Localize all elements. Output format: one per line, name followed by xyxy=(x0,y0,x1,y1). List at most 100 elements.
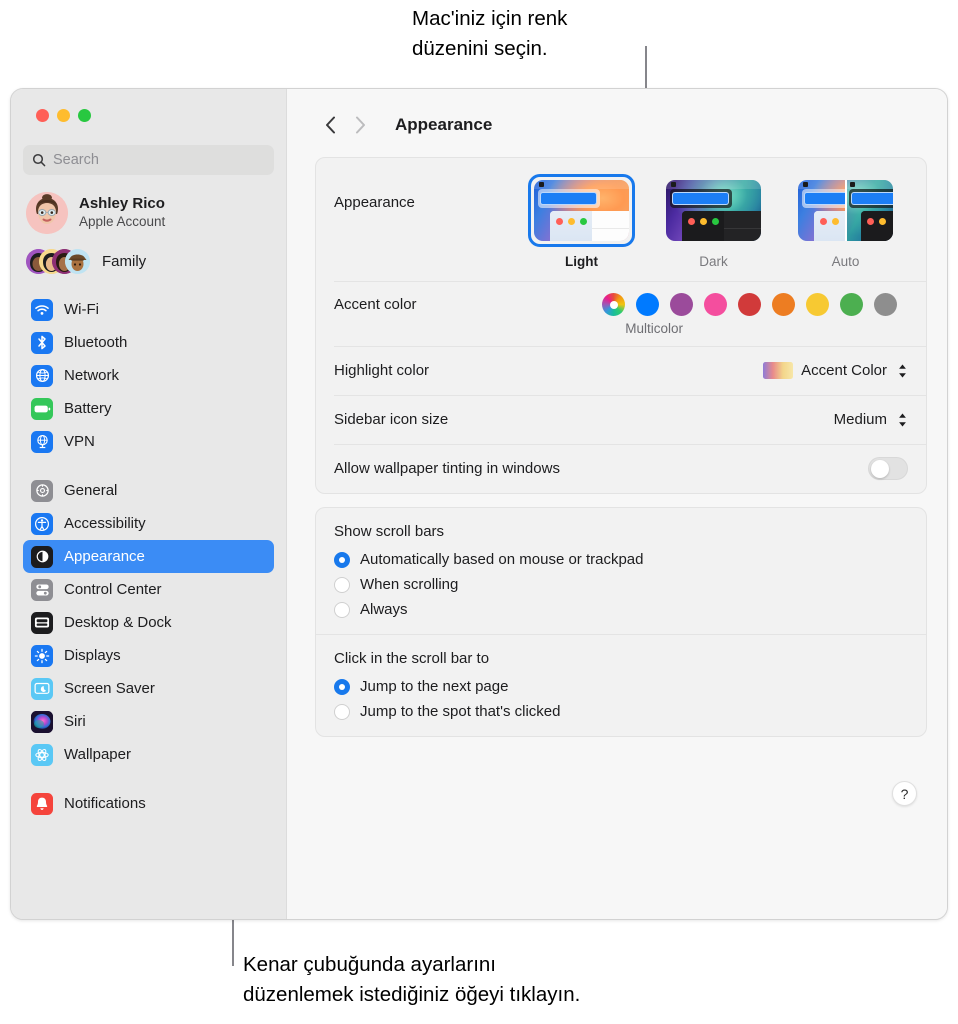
sidebar-item-siri[interactable]: Siri xyxy=(23,705,274,738)
sidebar-item-label: Desktop & Dock xyxy=(64,614,172,631)
toolbar: Appearance xyxy=(315,111,927,139)
thumb-traffic-lights xyxy=(688,218,719,225)
battery-icon xyxy=(31,398,53,420)
family-avatars xyxy=(26,247,92,275)
close-button[interactable] xyxy=(36,109,49,122)
highlight-color-value: Accent Color xyxy=(801,362,887,379)
accent-color-swatches xyxy=(602,293,908,316)
appearance-thumb-auto-frame xyxy=(792,174,899,247)
sidebar-item-label: Bluetooth xyxy=(64,334,127,351)
system-settings-window: Search xyxy=(10,88,948,920)
radio-button[interactable] xyxy=(334,704,350,720)
vpn-icon xyxy=(31,431,53,453)
sidebar-item-notifications[interactable]: Notifications xyxy=(23,787,274,820)
radio-option-jump-next-page[interactable]: Jump to the next page xyxy=(334,674,908,699)
account-text: Ashley Rico Apple Account xyxy=(79,195,165,231)
chevron-updown-icon xyxy=(897,412,908,428)
radio-button[interactable] xyxy=(334,602,350,618)
sidebar-item-displays[interactable]: Displays xyxy=(23,639,274,672)
forward-button[interactable] xyxy=(345,111,375,139)
chevron-left-icon xyxy=(325,116,336,134)
avatar xyxy=(26,192,68,234)
accent-swatch-purple[interactable] xyxy=(670,293,693,316)
zoom-button[interactable] xyxy=(78,109,91,122)
sidebar-item-bluetooth[interactable]: Bluetooth xyxy=(23,326,274,359)
thumb-menu-item xyxy=(672,192,729,205)
sidebar-item-general[interactable]: General xyxy=(23,474,274,507)
brightness-icon xyxy=(31,645,53,667)
accent-swatch-orange[interactable] xyxy=(772,293,795,316)
appearance-thumb-auto xyxy=(798,180,893,241)
sidebar-item-accessibility[interactable]: Accessibility xyxy=(23,507,274,540)
accent-swatch-yellow[interactable] xyxy=(806,293,829,316)
help-button[interactable]: ? xyxy=(892,781,917,806)
wallpaper-tinting-row: Allow wallpaper tinting in windows xyxy=(316,444,926,493)
accent-swatch-red[interactable] xyxy=(738,293,761,316)
search-placeholder: Search xyxy=(53,152,99,168)
sidebar-item-wallpaper[interactable]: Wallpaper xyxy=(23,738,274,771)
sidebar-item-network[interactable]: Network xyxy=(23,359,274,392)
sidebar-item-label: Wi-Fi xyxy=(64,301,99,318)
chevron-right-icon xyxy=(355,116,366,134)
highlight-color-row[interactable]: Highlight color Accent Color xyxy=(316,346,926,395)
bluetooth-icon xyxy=(31,332,53,354)
sidebar-icon-size-label: Sidebar icon size xyxy=(334,411,448,428)
sidebar-group-notifications: Notifications xyxy=(23,787,274,820)
appearance-option-dark[interactable]: Dark xyxy=(660,174,767,269)
sidebar-icon-size-row[interactable]: Sidebar icon size Medium xyxy=(316,395,926,444)
minimize-button[interactable] xyxy=(57,109,70,122)
thumb-window-divider xyxy=(592,228,629,229)
radio-button[interactable] xyxy=(334,552,350,568)
sidebar-item-desktop-and-dock[interactable]: Desktop & Dock xyxy=(23,606,274,639)
thumb-auto-light-half xyxy=(798,180,845,241)
search-input[interactable]: Search xyxy=(23,145,274,175)
radio-button[interactable] xyxy=(334,679,350,695)
radio-option-always[interactable]: Always xyxy=(334,597,908,622)
sidebar-item-control-center[interactable]: Control Center xyxy=(23,573,274,606)
appearance-icon xyxy=(31,546,53,568)
sidebar-item-vpn[interactable]: VPN xyxy=(23,425,274,458)
callout-top-text: Mac'iniz için renk düzenini seçin. xyxy=(412,4,712,64)
sidebar-item-label: Displays xyxy=(64,647,121,664)
show-scroll-bars-section: Show scroll bars Automatically based on … xyxy=(316,508,926,634)
siri-icon xyxy=(31,711,53,733)
wallpaper-tinting-toggle[interactable] xyxy=(868,457,908,480)
appearance-caption: Dark xyxy=(699,254,728,269)
appearance-option-auto[interactable]: Auto xyxy=(792,174,899,269)
scroll-settings-card: Show scroll bars Automatically based on … xyxy=(315,507,927,737)
appearance-thumb-dark xyxy=(666,180,761,241)
highlight-color-label: Highlight color xyxy=(334,362,429,379)
account-row[interactable]: Ashley Rico Apple Account xyxy=(23,192,274,234)
thumb-window-divider xyxy=(724,228,761,229)
sidebar-item-battery[interactable]: Battery xyxy=(23,392,274,425)
accent-swatch-graphite[interactable] xyxy=(874,293,897,316)
page-title: Appearance xyxy=(395,115,492,135)
accent-color-line: Accent color xyxy=(334,293,908,316)
sidebar-icon-size-control[interactable]: Medium xyxy=(834,411,908,428)
appearance-caption: Light xyxy=(565,254,598,269)
accent-color-selected-name: Multicolor xyxy=(625,321,908,336)
thumb-apple-logo xyxy=(671,182,676,187)
radio-option-when-scrolling[interactable]: When scrolling xyxy=(334,572,908,597)
gear-icon xyxy=(31,480,53,502)
highlight-color-control[interactable]: Accent Color xyxy=(763,362,908,379)
accent-swatch-green[interactable] xyxy=(840,293,863,316)
sidebar-item-label: Accessibility xyxy=(64,515,146,532)
family-row[interactable]: Family xyxy=(23,245,274,277)
chevron-updown-icon xyxy=(897,363,908,379)
sidebar-item-wi-fi[interactable]: Wi-Fi xyxy=(23,293,274,326)
radio-option-automatic[interactable]: Automatically based on mouse or trackpad xyxy=(334,547,908,572)
sidebar-item-appearance[interactable]: Appearance xyxy=(23,540,274,573)
sidebar-item-screen-saver[interactable]: Screen Saver xyxy=(23,672,274,705)
radio-button[interactable] xyxy=(334,577,350,593)
appearance-label: Appearance xyxy=(334,174,415,211)
accent-swatch-blue[interactable] xyxy=(636,293,659,316)
back-button[interactable] xyxy=(315,111,345,139)
accent-swatch-pink[interactable] xyxy=(704,293,727,316)
thumb-window xyxy=(682,211,761,241)
appearance-option-light[interactable]: Light xyxy=(528,174,635,269)
show-scroll-bars-label: Show scroll bars xyxy=(334,523,908,540)
screen-saver-icon xyxy=(31,678,53,700)
accent-swatch-multicolor[interactable] xyxy=(602,293,625,316)
radio-option-jump-to-spot[interactable]: Jump to the spot that's clicked xyxy=(334,699,908,724)
